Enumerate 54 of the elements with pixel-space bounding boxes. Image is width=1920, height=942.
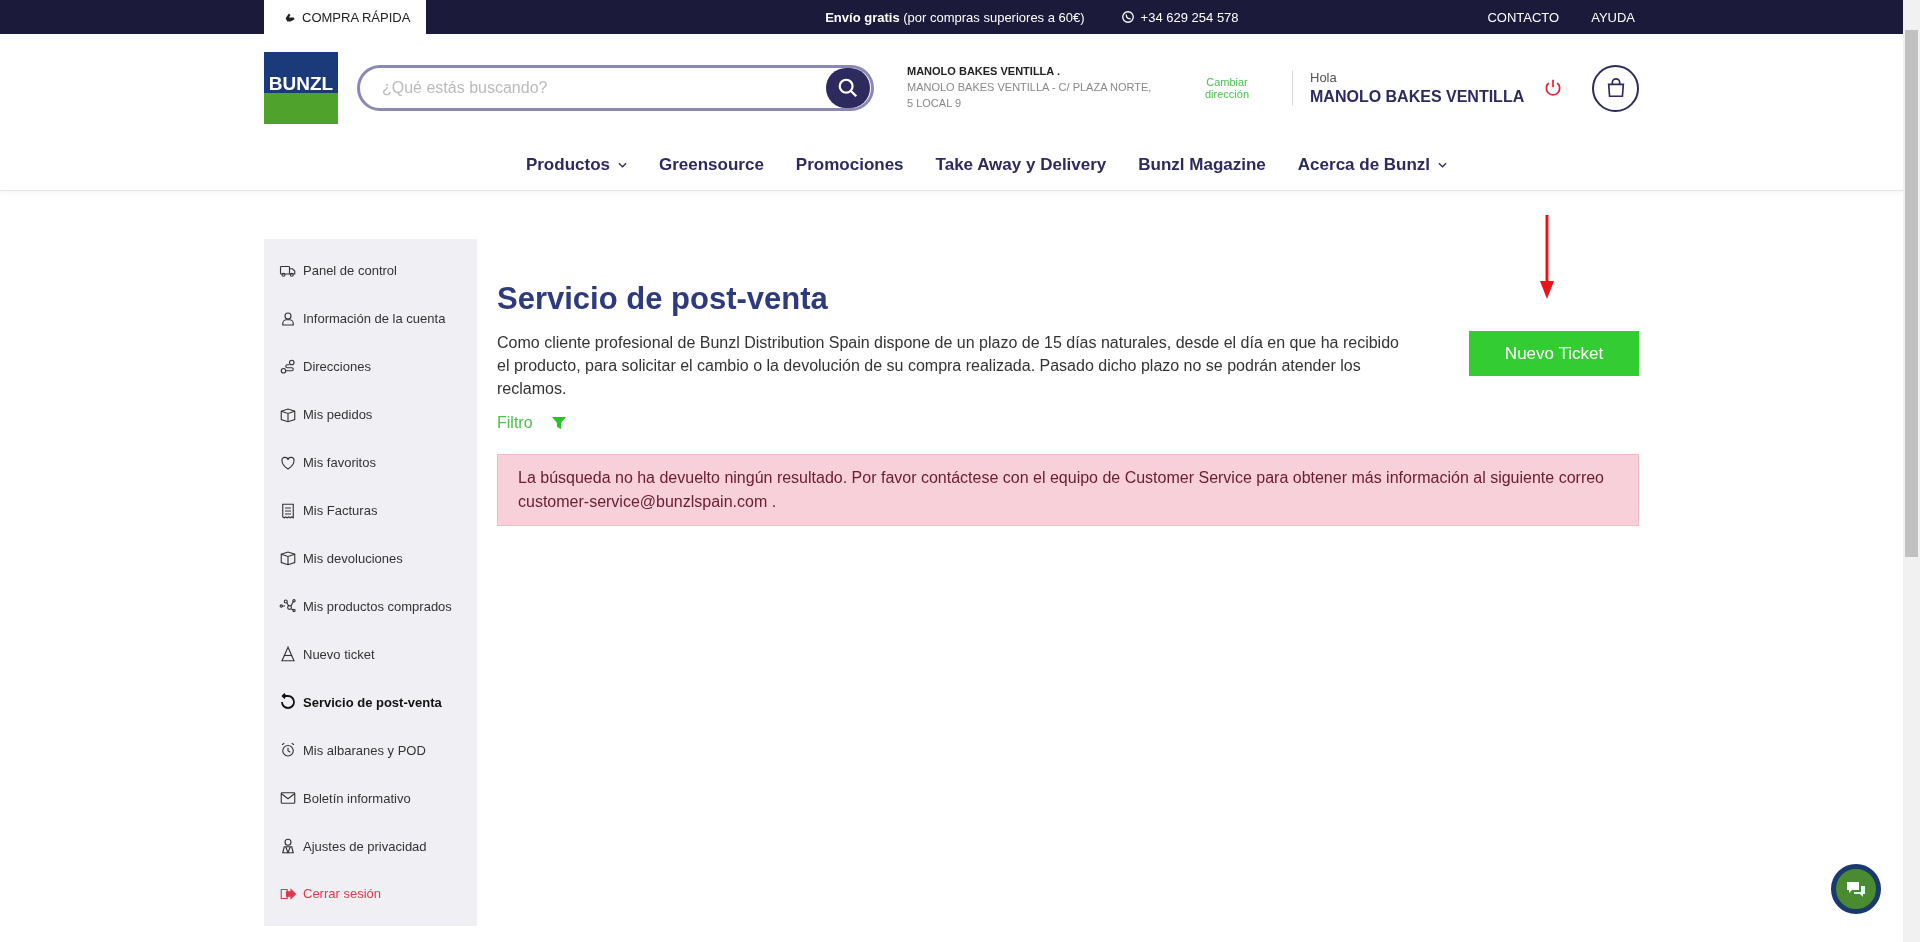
scrollbar[interactable] [1903,0,1920,942]
sidebar-item[interactable]: Nuevo ticket [264,630,477,679]
cone-icon [279,645,297,664]
address-name: MANOLO BAKES VENTILLA . [907,65,1061,77]
receipt-icon [279,501,297,520]
scrollbar-thumb[interactable] [1905,30,1918,557]
sidebar-item[interactable]: Mis albaranes y POD [264,726,477,775]
sidebar-item[interactable]: Información de la cuenta [264,294,477,343]
nav-link[interactable]: Productos [525,155,627,175]
quick-buy-button[interactable]: COMPRA RÁPIDA [264,0,427,34]
sidebar-item[interactable]: Mis pedidos [264,390,477,439]
search-input[interactable]: ¿Qué estás buscando? [360,78,826,98]
undo-icon [279,693,297,712]
top-link[interactable]: CONTACTO [1487,9,1560,25]
nav-link[interactable]: Take Away y Delivery [935,155,1107,175]
nav-link[interactable]: Acerca de Bunzl [1297,155,1448,175]
chat-button[interactable] [1831,864,1881,914]
description: Como cliente profesional de Bunzl Distribution Spain dispone de un plazo de 15 días naturales, desde el día en que ha recibido el producto, para solicitar el cambio o la devolución de su compra realizada. Pasado dicho plazo no se podrán atender los reclamos. [497,333,1400,399]
page-title: Servicio de post-venta [497,281,829,317]
whatsapp-icon [1120,10,1135,24]
box-icon [279,405,297,424]
sidebar-item[interactable]: Mis Facturas [264,486,477,535]
nav-link[interactable]: Bunzl Magazine [1138,155,1266,175]
greeting: Hola [1310,70,1338,85]
search-field[interactable]: ¿Qué estás buscando? [357,65,874,111]
shipping-info: Envío gratis (por compras superiores a 60€) [825,9,1085,25]
caret-icon [617,162,627,168]
user-icon [279,309,297,328]
sidebar-item[interactable]: Cerrar sesión [264,870,477,918]
sidebar-item[interactable]: Panel de control [264,247,477,295]
route-icon [279,357,297,376]
power-icon[interactable] [1543,78,1563,98]
search-icon [837,77,859,99]
sidebar-item[interactable]: Mis devoluciones [264,534,477,583]
cart-button[interactable] [1592,64,1639,112]
user-name: MANOLO BAKES VENTILLA [1310,88,1526,106]
nav-link[interactable]: Promociones [795,155,904,175]
address-line: MANOLO BAKES VENTILLA - C/ PLAZA NORTE, 5 LOCAL 9 [907,80,1153,111]
alert-message: La búsqueda no ha devuelto ningún resultado. Por favor contáctese con el equipo de Customer Service para obtener más información al siguiente correo customer-service@bunzlspain.com . [497,454,1639,526]
phone-number: +34 629 254 578 [1140,9,1239,25]
sidebar-item[interactable]: Direcciones [264,342,477,391]
sidebar-item[interactable]: Servicio de post-venta [264,678,477,727]
sidebar-item[interactable]: Mis favoritos [264,438,477,487]
alarm-clock-icon [279,741,297,760]
person-icon [279,837,297,855]
caret-icon [1438,162,1448,168]
logo[interactable]: BUNZL [264,52,338,124]
sidebar-item[interactable]: Mis productos comprados [264,582,477,631]
sidebar-item[interactable]: Ajustes de privacidad [264,822,477,870]
search-button[interactable] [826,68,870,108]
top-link[interactable]: AYUDA [1591,9,1635,25]
sidebar-item[interactable]: Boletín informativo [264,774,477,823]
nav-link[interactable]: Greensource [658,155,764,175]
box-icon [279,549,297,568]
